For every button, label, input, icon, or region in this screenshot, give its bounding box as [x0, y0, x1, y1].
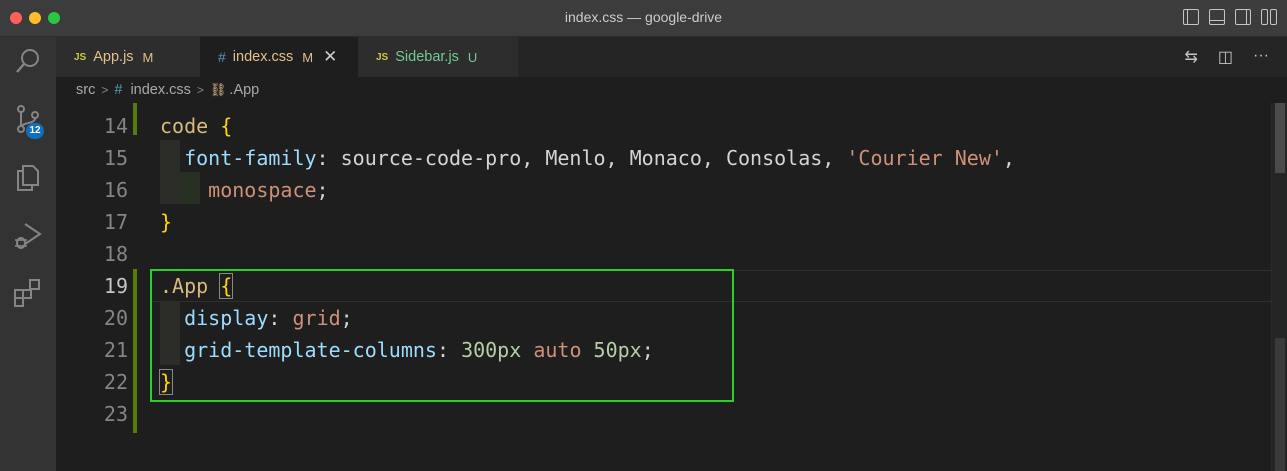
window-title: index.css — google-drive	[564, 9, 723, 25]
tab-index-css[interactable]: # index.css M ✕	[200, 37, 358, 77]
js-file-icon: JS	[376, 51, 389, 63]
property: font-family	[184, 146, 317, 170]
comma: ,	[1002, 146, 1015, 170]
line-number: 19	[103, 274, 128, 298]
line-number: 20	[103, 306, 128, 330]
tab-label: Sidebar.js	[395, 49, 459, 65]
more-actions-icon[interactable]: ···	[1253, 47, 1269, 67]
semicolon: ;	[316, 178, 329, 202]
close-tab-icon[interactable]: ✕	[323, 47, 337, 67]
code-line: 18	[56, 237, 1287, 269]
code-line: 15 font-family: source-code-pro, Menlo, …	[56, 141, 1287, 173]
toggle-panel-icon[interactable]	[1209, 9, 1225, 25]
js-file-icon: JS	[74, 51, 87, 63]
selector: code	[160, 114, 209, 138]
toggle-secondary-sidebar-icon[interactable]	[1235, 9, 1251, 25]
line-number: 17	[103, 210, 128, 234]
layout-controls	[1183, 9, 1277, 25]
chevron-right-icon: >	[196, 83, 204, 97]
title-bar: index.css — google-drive	[0, 0, 1287, 37]
open-changes-icon[interactable]: ⇆	[1184, 47, 1197, 67]
tab-bar: JS App.js M # index.css M ✕ JS Sidebar.j…	[56, 37, 1287, 77]
code-line: 16 monospace;	[56, 173, 1287, 205]
untracked-indicator: U	[467, 49, 478, 65]
line-number: 18	[103, 242, 128, 266]
annotation-highlight-box	[150, 269, 734, 402]
code-line: 14 code {	[56, 109, 1287, 141]
modified-indicator: M	[302, 49, 314, 65]
scrollbar-track-region	[1275, 338, 1285, 471]
value: monospace	[208, 178, 317, 202]
line-number: 21	[103, 338, 128, 362]
selector-symbol-icon: ⛓	[209, 82, 227, 97]
modified-indicator: M	[142, 49, 154, 65]
breadcrumb: src > # index.css > ⛓ .App	[56, 77, 1287, 103]
tab-app-js[interactable]: JS App.js M	[56, 37, 200, 77]
scrollbar-thumb[interactable]	[1275, 103, 1285, 173]
split-editor-icon[interactable]: ◫	[1218, 47, 1233, 67]
code-line: 17 }	[56, 205, 1287, 237]
line-number: 15	[103, 146, 128, 170]
breadcrumb-folder[interactable]: src	[76, 82, 95, 98]
editor-actions: ⇆ ◫ ···	[1184, 47, 1269, 67]
css-file-icon: #	[218, 49, 226, 65]
source-control-badge: 12	[26, 123, 44, 139]
css-file-icon: #	[114, 82, 123, 98]
explorer-icon[interactable]	[12, 161, 44, 193]
string-value: 'Courier New'	[846, 146, 1003, 170]
value: source-code-pro, Menlo, Monaco, Consolas…	[340, 146, 847, 170]
line-number: 16	[103, 178, 128, 202]
customize-layout-icon[interactable]	[1261, 9, 1277, 25]
tab-label: index.css	[232, 49, 294, 65]
line-number: 22	[103, 370, 128, 394]
chevron-right-icon: >	[101, 83, 109, 97]
close-brace: }	[160, 210, 173, 234]
extensions-icon[interactable]	[12, 277, 44, 309]
activity-bar: 12	[0, 37, 56, 471]
run-debug-icon[interactable]	[12, 219, 44, 251]
line-number: 23	[103, 402, 128, 426]
tab-label: App.js	[93, 49, 134, 65]
line-number: 14	[103, 114, 128, 138]
vertical-scrollbar[interactable]	[1271, 103, 1287, 471]
breadcrumb-symbol[interactable]: .App	[229, 82, 259, 98]
search-icon[interactable]	[12, 45, 44, 77]
open-brace: {	[220, 114, 233, 138]
toggle-primary-sidebar-icon[interactable]	[1183, 9, 1199, 25]
breadcrumb-file[interactable]: index.css	[130, 82, 190, 98]
tab-sidebar-js[interactable]: JS Sidebar.js U	[358, 37, 518, 77]
